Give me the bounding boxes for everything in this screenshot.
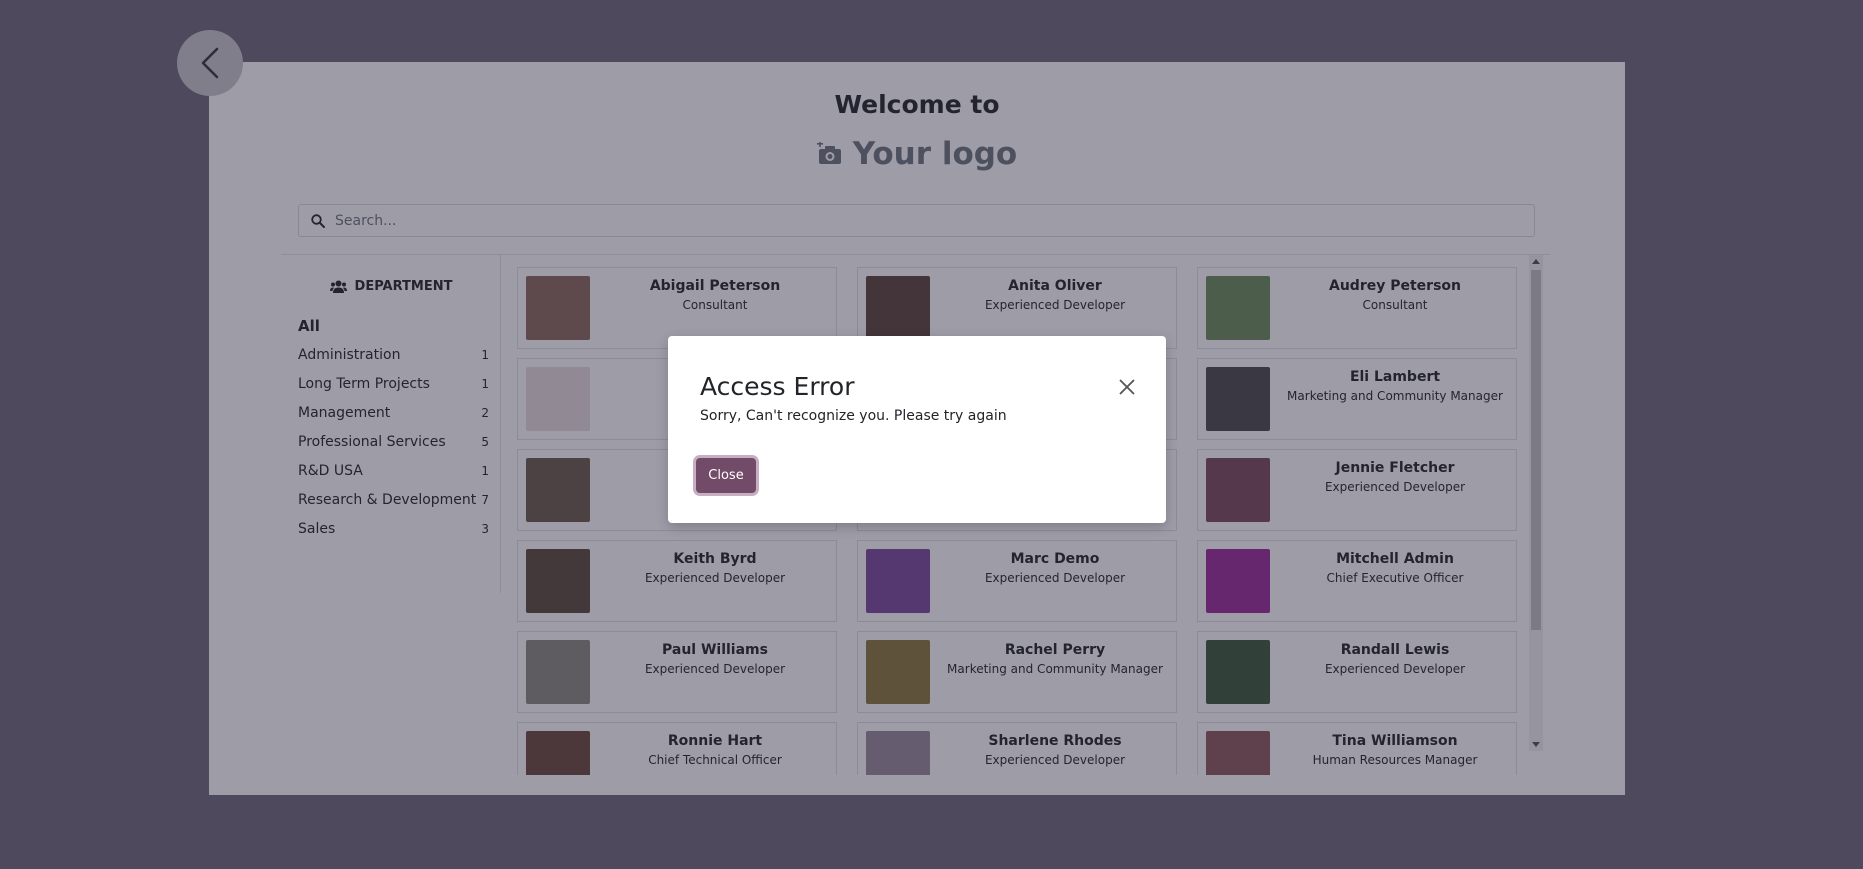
dialog-message: Sorry, Can't recognize you. Please try a… — [700, 408, 1007, 424]
access-error-dialog: Access Error Sorry, Can't recognize you.… — [668, 336, 1166, 523]
close-button[interactable]: Close — [696, 458, 756, 493]
dialog-title: Access Error — [700, 372, 855, 401]
close-icon[interactable] — [1118, 378, 1136, 396]
